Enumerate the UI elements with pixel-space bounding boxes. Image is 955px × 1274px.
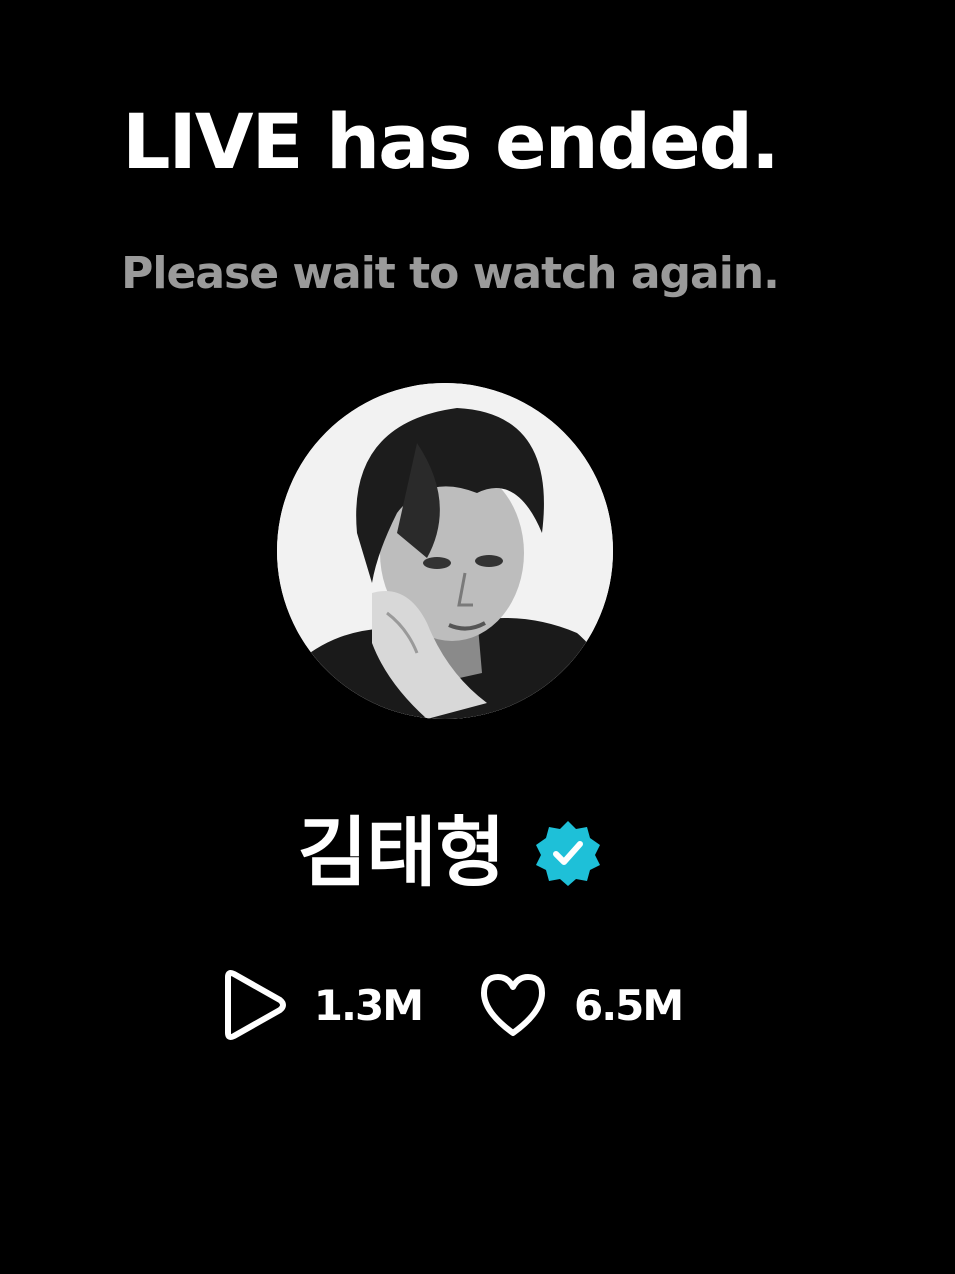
verified-badge-icon — [534, 819, 602, 887]
likes-stat: 6.5M — [478, 967, 684, 1043]
heart-icon — [478, 967, 548, 1043]
play-icon — [218, 967, 288, 1043]
plays-count: 1.3M — [313, 980, 424, 1030]
plays-stat: 1.3M — [218, 967, 424, 1043]
avatar-image — [277, 383, 613, 719]
likes-count: 6.5M — [574, 980, 684, 1030]
live-ended-title: LIVE has ended. — [122, 97, 780, 186]
creator-stats: 1.3M 6.5M — [0, 965, 900, 1045]
creator-avatar[interactable] — [277, 383, 613, 719]
live-ended-subtitle: Please wait to watch again. — [121, 248, 780, 299]
live-ended-screen: LIVE has ended. Please wait to watch aga… — [0, 0, 955, 1274]
creator-name-row[interactable]: 김태형 — [0, 808, 900, 898]
creator-name: 김태형 — [297, 808, 506, 897]
